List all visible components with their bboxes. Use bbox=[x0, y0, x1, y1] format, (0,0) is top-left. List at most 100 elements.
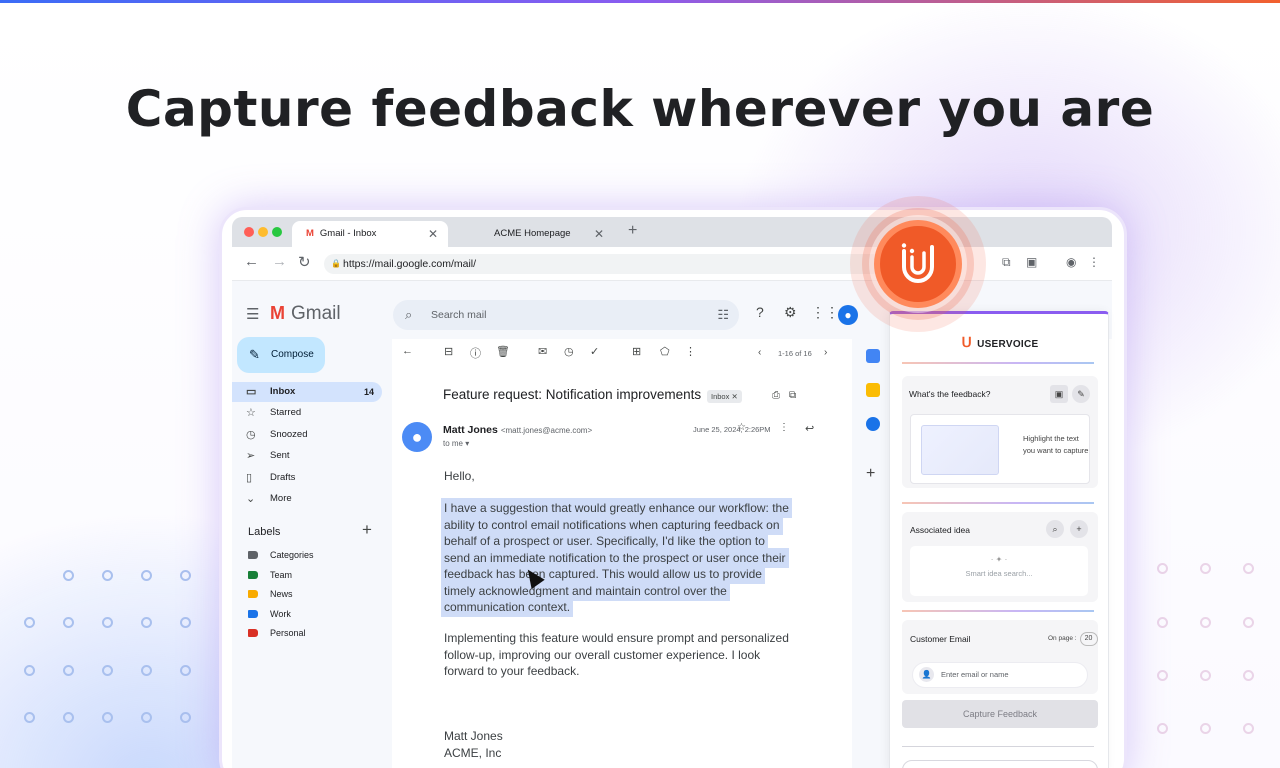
compose-button[interactable]: ✎ Compose bbox=[237, 337, 325, 373]
sidebar-item-snoozed[interactable]: ◷ Snoozed bbox=[232, 425, 382, 445]
browser-menu-icon[interactable]: ⋮ bbox=[1088, 255, 1100, 269]
inbox-tag[interactable]: Inbox ✕ bbox=[707, 390, 742, 403]
labels-header: Labels bbox=[248, 526, 281, 538]
sidebar-item-starred[interactable]: ☆ Starred bbox=[232, 403, 382, 423]
more-options-icon[interactable]: ⋮ bbox=[685, 345, 696, 358]
report-spam-icon[interactable]: ⓘ bbox=[470, 345, 481, 361]
email-paragraph-2: Implementing this feature would ensure p… bbox=[444, 630, 804, 680]
label-work[interactable]: Work bbox=[248, 607, 291, 621]
contacts-icon[interactable] bbox=[866, 417, 880, 431]
gmail-logo[interactable]: M Gmail bbox=[270, 303, 341, 325]
sidebar-item-drafts[interactable]: ▯ Drafts bbox=[232, 468, 382, 488]
open-new-window-icon[interactable]: ⧉ bbox=[789, 390, 796, 401]
url-text: https://mail.google.com/mail/ bbox=[343, 258, 477, 270]
close-window-button[interactable] bbox=[244, 227, 254, 237]
sidebar-item-label: More bbox=[270, 493, 292, 504]
smart-idea-search-input[interactable]: · ✦ · Smart idea search... bbox=[910, 546, 1088, 596]
sidebar-item-label: Inbox bbox=[270, 386, 296, 397]
on-page-indicator[interactable]: On page :20 bbox=[1048, 632, 1098, 646]
star-email-icon[interactable]: ☆ bbox=[737, 422, 746, 433]
highlighted-line: send an immediate notification to the pr… bbox=[444, 550, 786, 565]
search-idea-icon[interactable]: ⌕ bbox=[1046, 520, 1064, 538]
delete-icon[interactable]: 🗑 bbox=[496, 345, 510, 358]
close-tab-icon[interactable]: ✕ bbox=[428, 221, 438, 247]
edit-pencil-icon[interactable]: ✎ bbox=[1072, 385, 1090, 403]
print-icon[interactable]: ⎙ bbox=[772, 390, 780, 401]
recipient-line[interactable]: to me ▾ bbox=[443, 439, 469, 448]
uservoice-panel: ᑌ USERVOICE What's the feedback? ▣ ✎ High… bbox=[889, 311, 1109, 768]
associated-idea-card: Associated idea ⌕ + · ✦ · Smart idea sea… bbox=[902, 512, 1098, 602]
label-categories[interactable]: Categories bbox=[248, 548, 314, 562]
bottom-input[interactable] bbox=[902, 760, 1098, 768]
highlighted-line: feedback has been captured. This would a… bbox=[444, 567, 762, 581]
label-tag-icon bbox=[248, 571, 258, 579]
help-icon[interactable]: ? bbox=[756, 304, 764, 320]
menu-hamburger-icon[interactable]: ☰ bbox=[246, 305, 259, 323]
add-addon-icon[interactable]: + bbox=[866, 466, 880, 482]
back-to-inbox-icon[interactable]: ← bbox=[402, 345, 413, 357]
capture-feedback-button[interactable]: Capture Feedback bbox=[902, 700, 1098, 728]
screenshot-icon[interactable]: ▣ bbox=[1050, 385, 1068, 403]
forward-arrow-icon[interactable]: → bbox=[272, 253, 287, 270]
draft-icon: ▯ bbox=[246, 472, 253, 484]
label-tag-icon bbox=[248, 590, 258, 598]
email-more-icon[interactable]: ⋮ bbox=[779, 422, 789, 433]
search-mail-input[interactable]: ⌕ Search mail ☷ bbox=[393, 300, 739, 330]
sidebar-item-label: Sent bbox=[270, 450, 290, 461]
sidebar-item-sent[interactable]: ➢ Sent bbox=[232, 446, 382, 466]
screenshot-thumbnail bbox=[921, 425, 999, 475]
clock-icon: ◷ bbox=[246, 429, 256, 441]
mark-unread-icon[interactable]: ✉ bbox=[538, 345, 547, 358]
capture-preview[interactable]: Highlight the text you want to capture bbox=[910, 414, 1090, 484]
close-tab-icon[interactable]: ✕ bbox=[594, 221, 604, 247]
archive-icon[interactable]: ⊟ bbox=[444, 345, 453, 358]
sender-name: Matt Jones bbox=[443, 424, 498, 436]
customer-email-input[interactable]: 👤 Enter email or name bbox=[912, 662, 1088, 688]
apps-grid-icon[interactable]: ⋮⋮ bbox=[811, 304, 839, 321]
add-idea-icon[interactable]: + bbox=[1070, 520, 1088, 538]
label-team[interactable]: Team bbox=[248, 568, 292, 582]
search-options-icon[interactable]: ☷ bbox=[717, 300, 729, 330]
sidepanel-icon[interactable]: ▣ bbox=[1026, 255, 1037, 269]
tab-gmail-inbox[interactable]: M Gmail - Inbox ✕ bbox=[292, 221, 448, 247]
label-tag-icon bbox=[248, 629, 258, 637]
label-personal[interactable]: Personal bbox=[248, 626, 306, 640]
new-tab-button[interactable]: + bbox=[628, 222, 637, 240]
newer-icon[interactable]: ‹ bbox=[758, 347, 761, 358]
label-icon[interactable]: ⬠ bbox=[660, 345, 670, 358]
minimize-window-button[interactable] bbox=[258, 227, 268, 237]
account-avatar[interactable]: ● bbox=[838, 305, 858, 325]
highlighted-line: behalf of a prospect or user. Specifical… bbox=[444, 534, 765, 548]
calendar-icon[interactable] bbox=[866, 349, 880, 363]
reload-icon[interactable]: ↻ bbox=[298, 253, 311, 271]
email-placeholder: Enter email or name bbox=[941, 670, 1009, 679]
add-task-icon[interactable]: ✓ bbox=[590, 345, 599, 358]
inbox-count: 14 bbox=[363, 387, 374, 397]
sidebar-item-more[interactable]: ⌄ More bbox=[232, 489, 382, 509]
inbox-tag-label: Inbox bbox=[711, 392, 730, 401]
sender-line: Matt Jones <matt.jones@acme.com> bbox=[443, 424, 592, 436]
sidebar-item-inbox[interactable]: ▭ Inbox 14 bbox=[232, 382, 382, 402]
uservoice-mark-icon: ᑌ bbox=[961, 334, 973, 350]
reply-icon[interactable]: ↩ bbox=[805, 422, 814, 435]
tab-acme-homepage[interactable]: ACME Homepage ✕ bbox=[454, 221, 614, 247]
highlighted-line: ability to control email notifications w… bbox=[444, 517, 780, 532]
label-text: Team bbox=[270, 570, 293, 580]
paragraph-line: forward to your feedback. bbox=[444, 664, 580, 678]
back-arrow-icon[interactable]: ← bbox=[244, 253, 259, 270]
settings-gear-icon[interactable]: ⚙ bbox=[784, 304, 797, 321]
move-to-icon[interactable]: ⊞ bbox=[632, 345, 641, 358]
uservoice-extension-badge[interactable] bbox=[850, 196, 986, 332]
maximize-window-button[interactable] bbox=[272, 227, 282, 237]
customer-email-title: Customer Email bbox=[910, 634, 971, 644]
profile-icon[interactable]: ◉ bbox=[1066, 255, 1076, 269]
pencil-icon: ✎ bbox=[249, 347, 260, 362]
email-subject: Feature request: Notification improvemen… bbox=[443, 387, 702, 402]
extensions-puzzle-icon[interactable]: ⧉ bbox=[1002, 255, 1011, 270]
snooze-icon[interactable]: ◷ bbox=[564, 345, 574, 358]
add-label-icon[interactable]: + bbox=[362, 520, 372, 540]
older-icon[interactable]: › bbox=[824, 347, 827, 358]
signature-name: Matt Jones bbox=[444, 729, 503, 743]
label-news[interactable]: News bbox=[248, 587, 293, 601]
keep-icon[interactable] bbox=[866, 383, 880, 397]
